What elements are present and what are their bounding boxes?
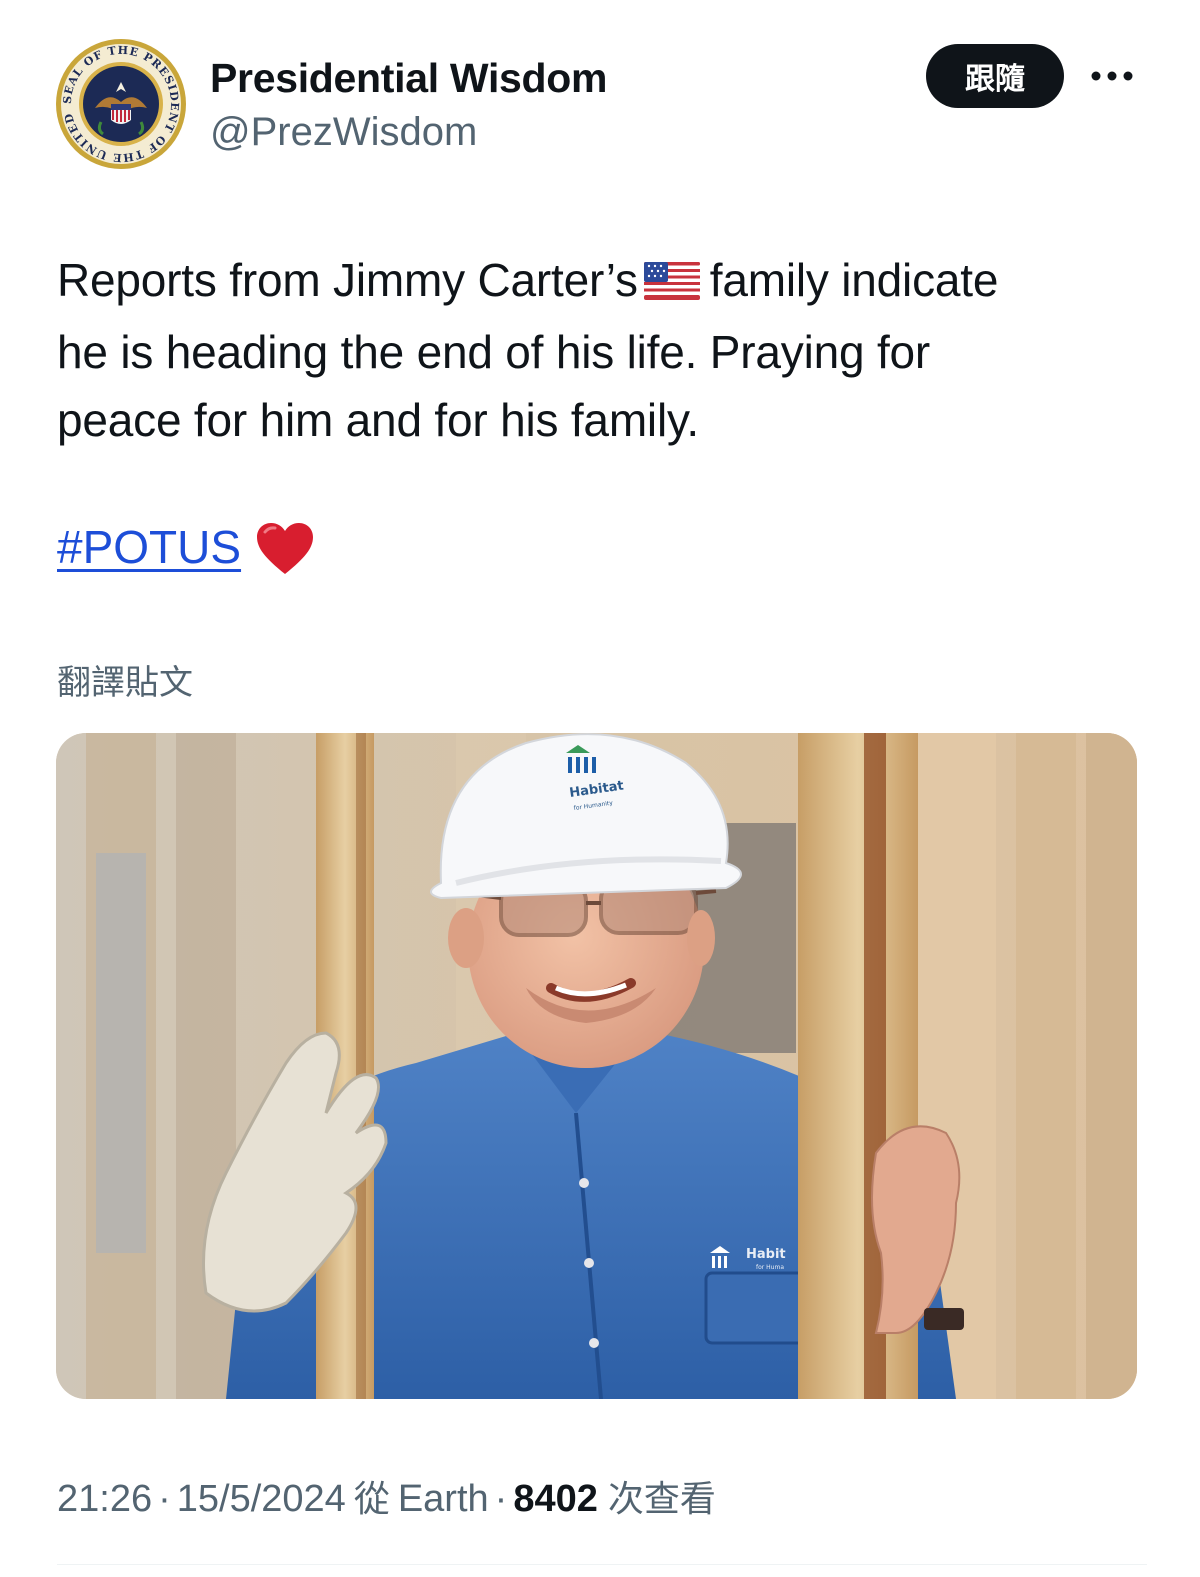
tweet-text: Reports from Jimmy Carter’s family indic… [57,246,1157,454]
follow-button[interactable]: 跟隨 [926,44,1064,108]
views-count[interactable]: 8402 [513,1478,598,1521]
tweet-line-1-before: Reports from Jimmy Carter’s [57,254,638,306]
user-handle[interactable]: @PrezWisdom [210,106,607,158]
meta-separator: · [494,1478,508,1520]
hashtag-row: #POTUS [57,512,315,582]
tweet-date[interactable]: 15/5/2024 [177,1478,346,1521]
tweet-line-2: he is heading the end of his life. Prayi… [57,326,931,378]
tweet-line-1: Reports from Jimmy Carter’s family indic… [57,246,1157,318]
views-label: 次查看 [607,1479,716,1520]
display-name[interactable]: Presidential Wisdom [210,54,608,102]
red-heart-icon [255,522,315,581]
tweet-source: Earth [397,1478,489,1520]
tweet-header: SEAL OF THE PRESIDENT OF THE UNITED STAT… [55,38,1145,178]
hashtag-link[interactable]: #POTUS [57,520,241,574]
presidential-seal-icon: SEAL OF THE PRESIDENT OF THE UNITED STAT… [55,38,186,169]
more-dots-icon[interactable] [1089,58,1135,94]
photo-illustration: Habitat for Humanity Habit for Huma [56,733,1137,1399]
tweet-time[interactable]: 21:26 [57,1478,152,1521]
from-label: 從 [353,1479,390,1520]
shirt-logo-subtext: for Huma [756,1264,784,1271]
tweet-photo[interactable]: Habitat for Humanity Habit for Huma [56,733,1137,1399]
tweet-line-3: peace for him and for his family. [57,394,699,446]
avatar[interactable]: SEAL OF THE PRESIDENT OF THE UNITED STAT… [55,38,187,170]
us-flag-icon [643,250,700,318]
tweet-meta: 21:26 · 15/5/2024 從 Earth · 8402 次查看 [57,1470,716,1522]
name-block: Presidential Wisdom @PrezWisdom [210,54,608,158]
divider [57,1564,1147,1565]
shirt-logo-text: Habit [746,1247,786,1262]
translate-post-link[interactable]: 翻譯貼文 [57,655,193,704]
tweet-line-1-after: family indicate [709,254,999,306]
meta-separator: · [158,1478,171,1520]
